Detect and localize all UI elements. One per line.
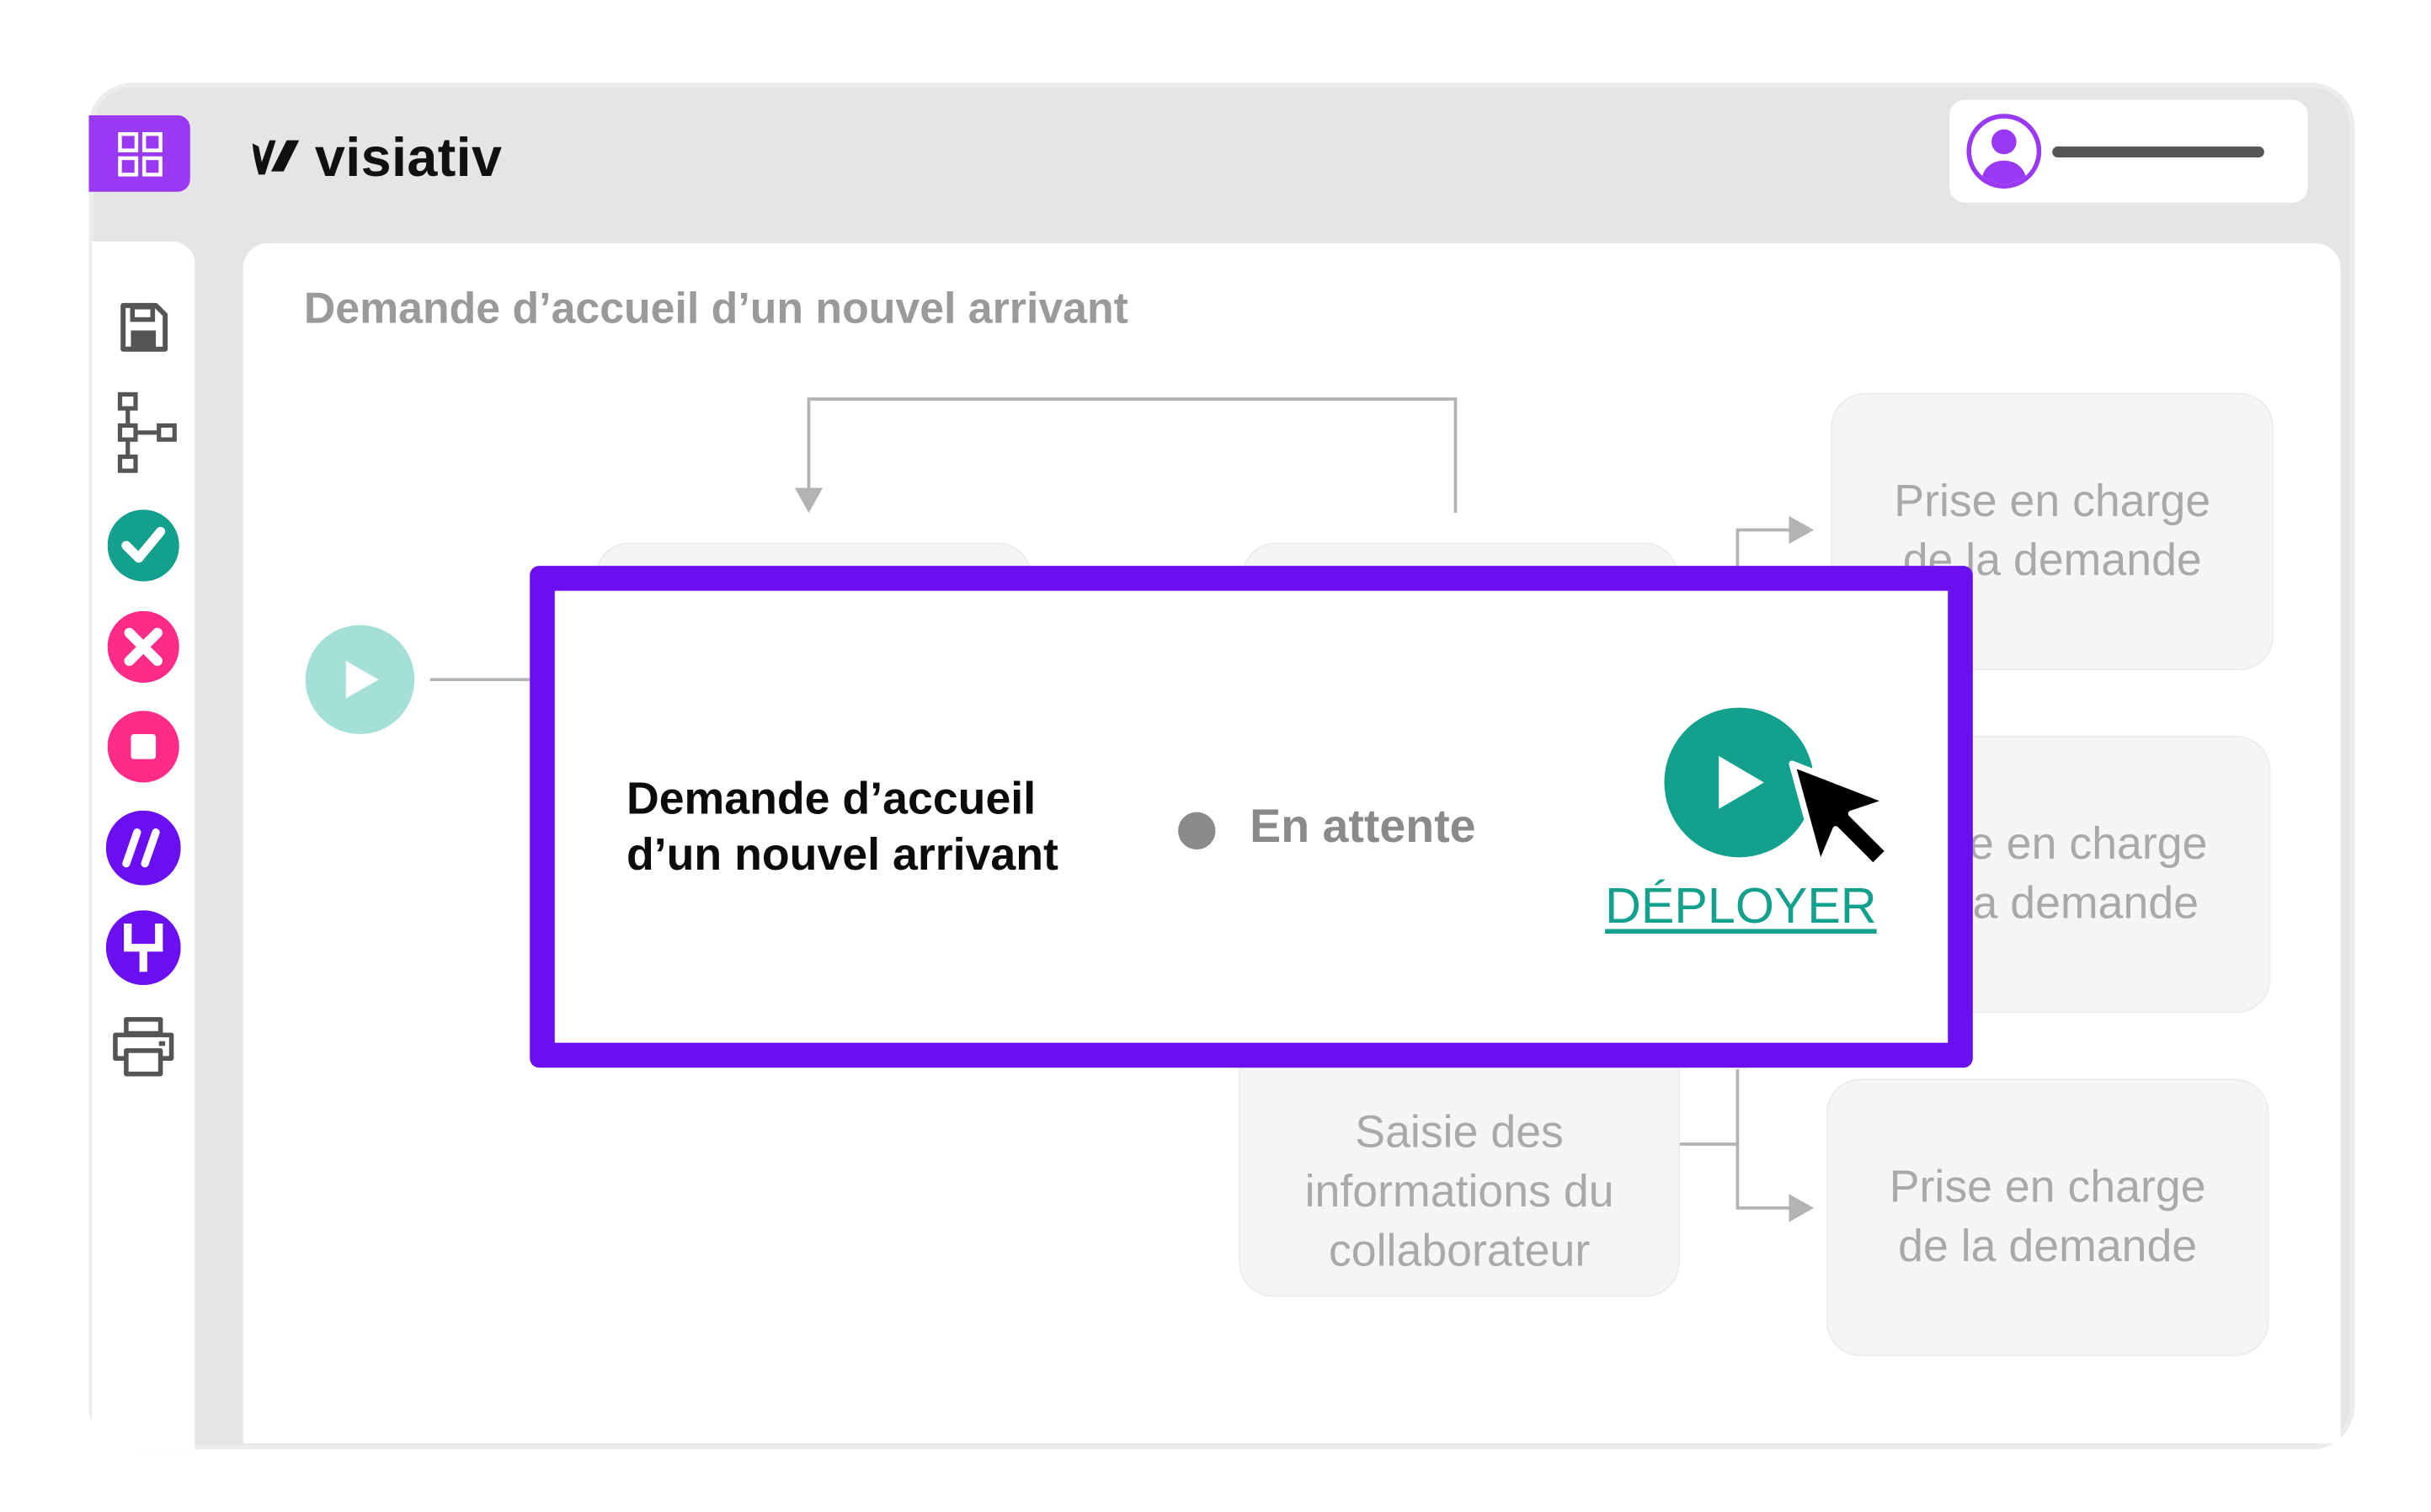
- modal-title-line-1: Demande d’accueil: [626, 775, 1037, 825]
- workflow-node-bottom-center[interactable]: Saisie des informations du collaborateur: [1239, 1053, 1680, 1297]
- play-icon: [1719, 755, 1764, 809]
- node-label: Saisie des informations du collaborateur: [1304, 1107, 1614, 1277]
- node-label: Prise en charge de la demande: [1889, 1162, 2206, 1272]
- start-node[interactable]: [305, 625, 415, 735]
- mouse-cursor-icon: [1789, 760, 1892, 870]
- deploy-link[interactable]: DÉPLOYER: [1605, 877, 1877, 935]
- workflow-node-bottom-right[interactable]: Prise en charge de la demande: [1826, 1078, 2269, 1356]
- modal-title: Demande d’accueil d’un nouvel arrivant: [626, 771, 1058, 884]
- status-dot: [1178, 812, 1216, 850]
- play-icon: [345, 661, 379, 699]
- modal-title-line-2: d’un nouvel arrivant: [626, 831, 1058, 881]
- status-text: En attente: [1250, 801, 1476, 853]
